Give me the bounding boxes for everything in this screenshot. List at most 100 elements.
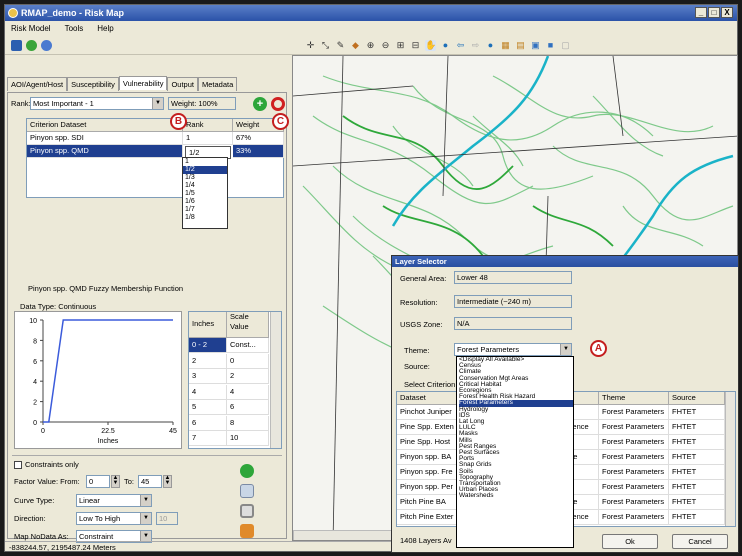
save-map-icon[interactable]: ■: [545, 40, 556, 51]
col-scale-value[interactable]: Scale Value: [227, 312, 269, 338]
fuzzy-inches-cell[interactable]: 3: [189, 369, 227, 384]
help-icon[interactable]: [41, 40, 52, 51]
export-icon[interactable]: ▣: [530, 40, 541, 51]
rank-option[interactable]: 1/2: [183, 166, 227, 174]
col-source[interactable]: Source: [669, 392, 725, 405]
close-button[interactable]: X: [721, 7, 733, 18]
rank-option[interactable]: 1/6: [183, 198, 227, 206]
rank-option[interactable]: 1/7: [183, 206, 227, 214]
dataset-cell[interactable]: FHTET: [669, 510, 725, 525]
clear-icon[interactable]: [240, 504, 254, 518]
rank-option[interactable]: 1/5: [183, 190, 227, 198]
dataset-cell[interactable]: Forest Parameters: [599, 435, 669, 450]
col-theme[interactable]: Theme: [599, 392, 669, 405]
col-rank[interactable]: Rank: [183, 119, 233, 132]
theme-select[interactable]: Forest Parameters ▼: [454, 343, 572, 356]
col-inches[interactable]: Inches: [189, 312, 227, 338]
tab-output[interactable]: Output: [167, 77, 198, 91]
zoom-out-icon[interactable]: ⊖: [380, 40, 391, 51]
menu-risk-model[interactable]: Risk Model: [11, 21, 51, 37]
curve-select[interactable]: Linear ▼: [76, 494, 152, 507]
fuzzy-scale-cell[interactable]: 10: [227, 431, 269, 446]
maximize-button[interactable]: □: [708, 7, 720, 18]
rank-select[interactable]: Most Important - 1 ▼: [30, 97, 164, 110]
dataset-cell[interactable]: FHTET: [669, 450, 725, 465]
theme-option[interactable]: Watersheds: [459, 493, 573, 500]
dataset-cell[interactable]: FHTET: [669, 435, 725, 450]
edit-icon[interactable]: [240, 484, 254, 498]
constraints-only-checkbox[interactable]: Constraints only: [14, 460, 79, 470]
dataset-table-scrollbar[interactable]: [725, 392, 735, 526]
fixed-zoom-in-icon[interactable]: ⊞: [395, 40, 406, 51]
add-criterion-button[interactable]: +: [253, 97, 267, 111]
menu-tools[interactable]: Tools: [65, 21, 84, 37]
fuzzy-scale-cell[interactable]: 8: [227, 415, 269, 431]
tab-susceptibility[interactable]: Susceptibility: [67, 77, 119, 91]
dataset-cell[interactable]: Forest Parameters: [599, 510, 669, 525]
ok-button[interactable]: Ok: [602, 534, 658, 549]
from-input[interactable]: 0: [86, 475, 110, 488]
pan-icon[interactable]: ✎: [335, 40, 346, 51]
cancel-button[interactable]: Cancel: [672, 534, 728, 549]
run-icon[interactable]: [26, 40, 37, 51]
from-spinner[interactable]: ▲ ▼: [111, 475, 120, 488]
add-icon[interactable]: [240, 464, 254, 478]
save-icon[interactable]: [11, 40, 22, 51]
crosshair-icon[interactable]: ✛: [305, 40, 316, 51]
rank-option[interactable]: 1/4: [183, 182, 227, 190]
dataset-cell[interactable]: FHTET: [669, 495, 725, 510]
tab-metadata[interactable]: Metadata: [197, 77, 238, 91]
dataset-cell[interactable]: FHTET: [669, 405, 725, 420]
fuzzy-inches-cell[interactable]: 7: [189, 431, 227, 446]
minimize-button[interactable]: _: [695, 7, 707, 18]
info-icon[interactable]: ●: [485, 40, 496, 51]
select-icon[interactable]: ⤡: [320, 40, 331, 51]
globe-icon[interactable]: ●: [440, 40, 451, 51]
zoom-in-icon[interactable]: ⊕: [365, 40, 376, 51]
remove-criterion-button[interactable]: [271, 97, 285, 111]
print-icon[interactable]: ▢: [560, 40, 571, 51]
menu-help[interactable]: Help: [97, 21, 113, 37]
fuzzy-scale-cell[interactable]: 6: [227, 400, 269, 415]
fixed-zoom-out-icon[interactable]: ⊟: [410, 40, 421, 51]
chart-icon[interactable]: [240, 524, 254, 538]
dataset-cell[interactable]: Forest Parameters: [599, 450, 669, 465]
dataset-cell[interactable]: FHTET: [669, 420, 725, 435]
layers-icon[interactable]: ▦: [500, 40, 511, 51]
fuzzy-inches-cell[interactable]: 5: [189, 400, 227, 415]
tab-aoi[interactable]: AOI/Agent/Host: [7, 77, 68, 91]
rank-option[interactable]: 1/3: [183, 174, 227, 182]
identify-icon[interactable]: ◆: [350, 40, 361, 51]
to-input[interactable]: 45: [138, 475, 162, 488]
fuzzy-scale-cell[interactable]: Const...: [227, 338, 269, 353]
tab-vulnerability[interactable]: Vulnerability: [118, 76, 168, 90]
rank-options-list[interactable]: 1 1/2 1/3 1/4 1/5 1/6 1/7 1/8: [182, 157, 228, 229]
table-icon[interactable]: ▤: [515, 40, 526, 51]
fuzzy-scale-cell[interactable]: 4: [227, 384, 269, 400]
dataset-cell[interactable]: FHTET: [669, 480, 725, 495]
dataset-cell[interactable]: Forest Parameters: [599, 465, 669, 480]
rank-option[interactable]: 1/8: [183, 214, 227, 222]
fuzzy-inches-cell[interactable]: 2: [189, 353, 227, 369]
dataset-cell[interactable]: Forest Parameters: [599, 420, 669, 435]
rank-option[interactable]: 1: [183, 158, 227, 166]
theme-options-list[interactable]: <Display All Available> Census Climate Cons…: [456, 356, 574, 548]
dataset-cell[interactable]: Forest Parameters: [599, 405, 669, 420]
back-icon[interactable]: ⇦: [455, 40, 466, 51]
fuzzy-inches-cell[interactable]: 6: [189, 415, 227, 431]
hand-icon[interactable]: ✋: [425, 40, 436, 51]
dataset-cell[interactable]: Forest Parameters: [599, 480, 669, 495]
rank-cell[interactable]: 1: [183, 132, 233, 145]
dataset-cell[interactable]: Forest Parameters: [599, 495, 669, 510]
fuzzy-inches-cell[interactable]: 0 - 2: [189, 338, 227, 353]
fuzzy-scale-cell[interactable]: 0: [227, 353, 269, 369]
fuzzy-inches-cell[interactable]: 4: [189, 384, 227, 400]
table-row[interactable]: Pinyon spp. SDI: [27, 132, 183, 145]
dataset-cell[interactable]: FHTET: [669, 465, 725, 480]
direction-select[interactable]: Low To High ▼: [76, 512, 152, 525]
to-spinner[interactable]: ▲ ▼: [163, 475, 172, 488]
table-row[interactable]: Pinyon spp. QMD: [27, 145, 183, 158]
fuzzy-scale-cell[interactable]: 2: [227, 369, 269, 384]
col-criterion[interactable]: Criterion Dataset: [27, 119, 183, 132]
forward-icon[interactable]: ⇨: [470, 40, 481, 51]
